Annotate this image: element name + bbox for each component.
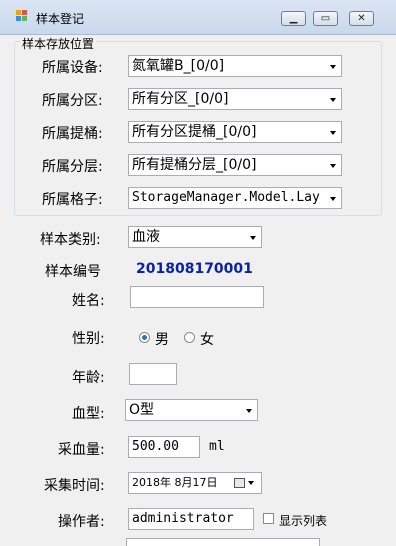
sample-type-label: 样本类别: bbox=[40, 232, 101, 248]
device-label: 所属设备: bbox=[42, 60, 103, 76]
collection-time-value: 2018年 8月17日 bbox=[132, 476, 218, 489]
gender-female-radio[interactable] bbox=[184, 332, 195, 343]
device-select[interactable]: 氮氧罐B_[0/0] bbox=[128, 55, 342, 77]
chevron-down-icon bbox=[330, 98, 336, 102]
bucket-select[interactable]: 所有分区提桶_[0/0] bbox=[128, 121, 342, 143]
maximize-icon: ▭ bbox=[320, 13, 331, 24]
minimize-button[interactable]: ▁ bbox=[281, 11, 306, 26]
volume-input[interactable]: 500.00 bbox=[128, 436, 200, 458]
blood-type-value: O型 bbox=[129, 402, 155, 418]
bucket-label: 所属提桶: bbox=[42, 126, 103, 142]
volume-unit: ml bbox=[209, 439, 225, 454]
zone-select-value: 所有分区_[0/0] bbox=[132, 91, 229, 107]
age-input[interactable] bbox=[129, 363, 177, 385]
next-field-partial[interactable] bbox=[126, 538, 320, 546]
zone-select[interactable]: 所有分区_[0/0] bbox=[128, 88, 342, 110]
window-title: 样本登记 bbox=[36, 12, 85, 26]
layer-select-value: 所有提桶分层_[0/0] bbox=[132, 157, 257, 173]
chevron-down-icon bbox=[250, 236, 256, 240]
chevron-down-icon bbox=[330, 164, 336, 168]
name-label: 姓名: bbox=[72, 293, 105, 309]
maximize-button[interactable]: ▭ bbox=[313, 11, 338, 26]
chevron-down-icon bbox=[246, 409, 252, 413]
chevron-down-icon bbox=[248, 481, 254, 485]
volume-label: 采血量: bbox=[58, 442, 105, 458]
storage-location-group-title: 样本存放位置 bbox=[20, 35, 97, 52]
name-input[interactable] bbox=[130, 286, 264, 308]
show-list-label: 显示列表 bbox=[279, 514, 328, 528]
minimize-icon: ▁ bbox=[289, 13, 298, 24]
title-bar: 样本登记 ▁ ▭ ✕ bbox=[0, 0, 396, 35]
chevron-down-icon bbox=[330, 197, 336, 201]
sample-type-value: 血液 bbox=[132, 229, 160, 245]
blood-type-select[interactable]: O型 bbox=[125, 399, 258, 421]
close-button[interactable]: ✕ bbox=[349, 11, 374, 26]
calendar-icon[interactable] bbox=[234, 478, 245, 488]
collection-time-label: 采集时间: bbox=[44, 478, 105, 494]
gender-male-label: 男 bbox=[155, 332, 169, 348]
zone-label: 所属分区: bbox=[42, 93, 103, 109]
age-label: 年龄: bbox=[72, 370, 105, 386]
cell-select[interactable]: StorageManager.Model.Lay bbox=[128, 187, 342, 209]
bucket-select-value: 所有分区提桶_[0/0] bbox=[132, 124, 257, 140]
gender-female-label: 女 bbox=[200, 332, 214, 348]
sample-number-label: 样本编号 bbox=[45, 264, 101, 280]
cell-label: 所属格子: bbox=[42, 192, 103, 208]
sample-type-select[interactable]: 血液 bbox=[128, 226, 262, 248]
blood-type-label: 血型: bbox=[72, 406, 105, 422]
layer-label: 所属分层: bbox=[42, 159, 103, 175]
gender-male-radio[interactable] bbox=[139, 332, 150, 343]
app-icon bbox=[16, 10, 28, 22]
sample-number-value: 201808170001 bbox=[136, 261, 253, 277]
show-list-checkbox[interactable] bbox=[263, 513, 274, 524]
collection-time-picker[interactable]: 2018年 8月17日 bbox=[128, 472, 262, 494]
operator-input[interactable]: administrator bbox=[128, 508, 254, 530]
device-select-value: 氮氧罐B_[0/0] bbox=[132, 58, 225, 74]
operator-label: 操作者: bbox=[58, 514, 105, 530]
layer-select[interactable]: 所有提桶分层_[0/0] bbox=[128, 154, 342, 176]
chevron-down-icon bbox=[330, 131, 336, 135]
close-icon: ✕ bbox=[357, 13, 366, 24]
chevron-down-icon bbox=[330, 65, 336, 69]
gender-label: 性别: bbox=[72, 331, 105, 347]
cell-select-value: StorageManager.Model.Lay bbox=[132, 190, 320, 205]
